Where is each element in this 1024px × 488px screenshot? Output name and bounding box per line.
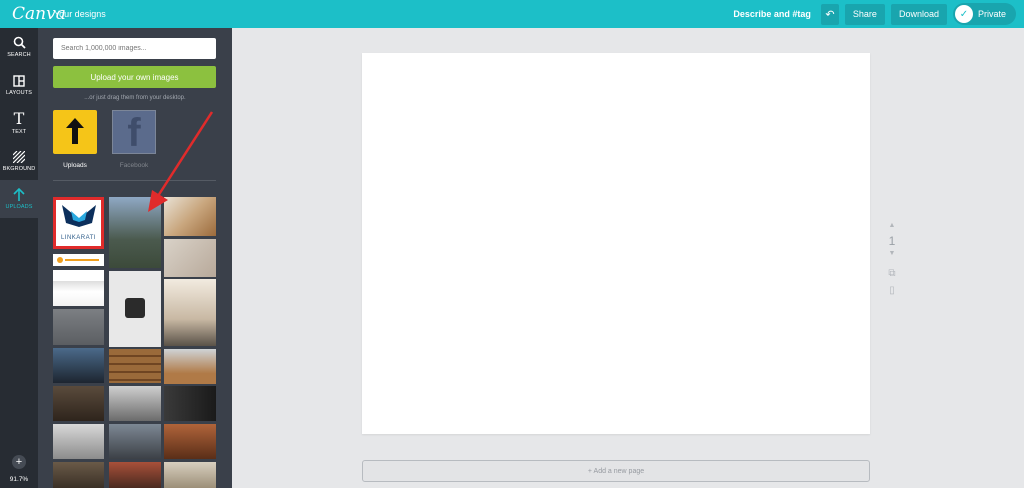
- facebook-label: Facebook: [119, 162, 149, 169]
- nav-text[interactable]: T TEXT: [0, 104, 38, 142]
- zoom-level[interactable]: 91.7%: [10, 476, 28, 483]
- facebook-source-tile[interactable]: f: [112, 110, 156, 154]
- top-right-actions: Describe and #tag ↶ Share Download ✓ Pri…: [733, 3, 1016, 25]
- uploaded-image-thumbnail[interactable]: [53, 386, 104, 421]
- chevron-up-icon[interactable]: ▲: [889, 222, 896, 234]
- page-tools: ▲ 1 ▼ ⧉ ▯: [884, 222, 900, 296]
- nav-label: TEXT: [11, 128, 27, 135]
- privacy-label: Private: [977, 9, 1006, 19]
- nav-uploads[interactable]: UPLOADS: [0, 180, 38, 218]
- search-images-input[interactable]: [53, 38, 216, 59]
- uploaded-image-thumbnail[interactable]: [164, 462, 216, 488]
- facebook-icon: f: [127, 111, 141, 155]
- uploaded-image-thumbnail[interactable]: [164, 424, 216, 459]
- uploaded-image-thumbnail[interactable]: [164, 349, 216, 384]
- add-icon[interactable]: +: [12, 455, 26, 469]
- uploaded-image-thumbnail[interactable]: [109, 197, 161, 268]
- upload-arrow-icon: [66, 118, 84, 144]
- top-bar: Canva Your designs Describe and #tag ↶ S…: [0, 0, 1024, 28]
- divider: [53, 180, 216, 181]
- linkarati-logo-thumbnail[interactable]: LINKARATI: [53, 197, 104, 249]
- share-button[interactable]: Share: [844, 3, 885, 25]
- uploaded-image-thumbnail[interactable]: [164, 239, 216, 277]
- document-title[interactable]: Describe and #tag: [733, 9, 811, 19]
- privacy-toggle[interactable]: ✓ Private: [952, 3, 1016, 25]
- uploaded-image-thumbnail[interactable]: [53, 424, 104, 459]
- logo-wordmark: LINKARATI: [60, 235, 97, 241]
- download-button[interactable]: Download: [890, 3, 947, 25]
- drag-hint: ...or just drag them from your desktop.: [84, 95, 186, 101]
- nav-label: SEARCH: [7, 52, 31, 58]
- search-icon: [13, 36, 26, 49]
- add-new-page-button[interactable]: + Add a new page: [362, 460, 870, 482]
- logo-text-bar: [65, 259, 99, 261]
- nav-bottom: + 91.7%: [0, 455, 38, 483]
- page-number: 1: [888, 234, 896, 248]
- trash-icon[interactable]: ▯: [889, 285, 895, 296]
- uploaded-image-thumbnail[interactable]: [109, 424, 161, 459]
- nav-layouts[interactable]: LAYOUTS: [0, 66, 38, 104]
- typewriter-shape: [125, 298, 145, 318]
- nav-label: LAYOUTS: [6, 89, 32, 96]
- canva-logo[interactable]: Canva: [12, 4, 66, 24]
- uploaded-image-thumbnail[interactable]: [109, 386, 161, 421]
- uploaded-image-thumbnail[interactable]: [53, 462, 104, 488]
- uploaded-image-thumbnail[interactable]: [53, 254, 104, 266]
- uploaded-image-thumbnail[interactable]: [109, 462, 161, 488]
- uploaded-image-thumbnail[interactable]: [164, 197, 216, 236]
- upload-own-images-button[interactable]: Upload your own images: [53, 66, 216, 88]
- uploads-panel: Upload your own images ...or just drag t…: [38, 28, 232, 488]
- undo-button[interactable]: ↶: [820, 3, 839, 25]
- background-icon: [13, 150, 25, 163]
- upload-arrow-icon: [13, 188, 25, 201]
- layouts-icon: [13, 74, 25, 87]
- uploads-label: Uploads: [63, 162, 87, 169]
- nav-background[interactable]: BKGROUND: [0, 142, 38, 180]
- text-icon: T: [13, 108, 25, 128]
- uploaded-image-thumbnail[interactable]: [164, 279, 216, 346]
- uploaded-image-thumbnail[interactable]: [164, 386, 216, 421]
- check-icon: ✓: [954, 5, 973, 23]
- uploaded-image-thumbnail[interactable]: [53, 348, 104, 383]
- uploads-source-tile[interactable]: [53, 110, 97, 154]
- nav-search[interactable]: SEARCH: [0, 28, 38, 66]
- undo-icon: ↶: [825, 8, 835, 21]
- nav-label: UPLOADS: [5, 204, 33, 210]
- left-nav: SEARCH LAYOUTS T TEXT BKGROUND UPLOADS +…: [0, 28, 38, 488]
- chevron-down-icon[interactable]: ▼: [889, 250, 896, 262]
- design-page[interactable]: [362, 53, 870, 434]
- uploaded-image-thumbnail[interactable]: [53, 270, 104, 306]
- uploaded-image-thumbnail[interactable]: [53, 309, 104, 345]
- linkarati-logo-mark: [62, 205, 96, 227]
- copy-page-icon[interactable]: ⧉: [888, 268, 895, 279]
- logo-mark: [57, 257, 63, 263]
- uploaded-image-thumbnail[interactable]: [109, 271, 161, 347]
- uploaded-image-thumbnail[interactable]: [109, 349, 161, 383]
- your-designs-link[interactable]: Your designs: [54, 9, 106, 19]
- nav-label: BKGROUND: [2, 165, 36, 172]
